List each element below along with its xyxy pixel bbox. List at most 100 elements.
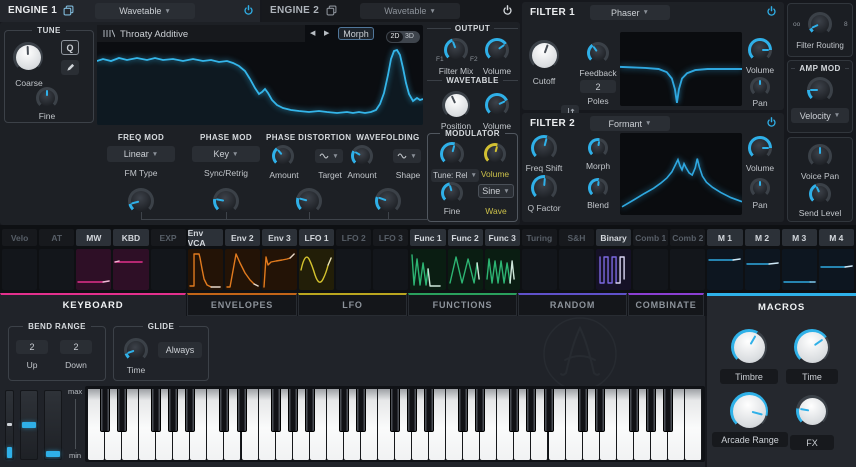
amp-mod-knob[interactable] [807, 77, 833, 103]
q-factor-knob[interactable] [531, 175, 557, 201]
3d-segment[interactable]: 3D [405, 32, 414, 42]
fine-knob[interactable] [36, 87, 58, 109]
blend-knob[interactable] [588, 178, 608, 198]
mod-source-tab-env-2[interactable]: Env 2 [225, 229, 260, 246]
pitch-wheel[interactable] [5, 390, 14, 460]
mod-viz-lfo-1[interactable] [299, 249, 334, 290]
macro-knob-timbre[interactable] [731, 329, 767, 365]
mod-viz-s-h[interactable] [559, 249, 594, 290]
amp-mod-dropdown[interactable]: Velocity▼ [791, 108, 849, 123]
piano-keyboard[interactable] [88, 389, 702, 460]
piano-black-key[interactable] [356, 389, 366, 432]
piano-black-key[interactable] [185, 389, 195, 432]
mod-viz-lfo-2[interactable] [336, 249, 371, 290]
mod-wave-dropdown[interactable]: Sine▼ [478, 184, 514, 198]
piano-white-key[interactable] [685, 389, 702, 460]
mod-source-tab-comb-2[interactable]: Comb 2 [670, 229, 705, 246]
engine1-power-icon[interactable] [243, 5, 254, 16]
mod-source-tab-m-1[interactable]: M 1 [707, 229, 742, 246]
mod-source-tab-func-3[interactable]: Func 3 [485, 229, 520, 246]
mod-viz-func-2[interactable] [448, 249, 483, 290]
piano-black-key[interactable] [271, 389, 281, 432]
mod-viz-env-2[interactable] [225, 249, 260, 290]
mod-viz-func-1[interactable] [410, 249, 445, 290]
wf-shape-dropdown[interactable]: ▼ [393, 149, 421, 163]
macro-knob-time[interactable] [794, 329, 830, 365]
piano-black-key[interactable] [544, 389, 554, 432]
position-knob[interactable] [442, 91, 470, 119]
fm-amount-knob[interactable] [128, 188, 154, 214]
piano-black-key[interactable] [475, 389, 485, 432]
mod-source-tab-func-2[interactable]: Func 2 [448, 229, 483, 246]
send-level-knob[interactable] [809, 183, 831, 205]
mod-source-tab-kbd[interactable]: KBD [113, 229, 148, 246]
piano-black-key[interactable] [100, 389, 110, 432]
morph-button[interactable]: Morph [338, 27, 374, 40]
mod-source-tab-exp[interactable]: EXP [151, 229, 186, 246]
engine1-copy-icon[interactable] [63, 5, 74, 18]
piano-black-key[interactable] [629, 389, 639, 432]
mod-viz-m-3[interactable] [782, 249, 817, 290]
mod-source-tab-at[interactable]: AT [39, 229, 74, 246]
mod-wheel-2[interactable] [44, 390, 62, 460]
piano-black-key[interactable] [526, 389, 536, 432]
sync-retrig-dropdown[interactable]: Key▼ [192, 146, 260, 162]
glide-mode-button[interactable]: Always [158, 342, 202, 358]
mod-viz-lfo-3[interactable] [373, 249, 408, 290]
mod-wheel-2-handle[interactable] [46, 451, 60, 457]
mod-viz-turing[interactable] [522, 249, 557, 290]
wavetable-list-icon[interactable] [103, 29, 115, 40]
freq-shift-knob[interactable] [531, 135, 557, 161]
macro-knob-arcade-range[interactable] [730, 392, 768, 430]
mod-source-tab-m-4[interactable]: M 4 [819, 229, 854, 246]
tab-envelopes[interactable]: ENVELOPES [187, 293, 297, 316]
piano-black-key[interactable] [390, 389, 400, 432]
piano-black-key[interactable] [237, 389, 247, 432]
cutoff-knob[interactable] [529, 40, 559, 70]
phase-mod-amount-knob[interactable] [213, 188, 239, 214]
mod-viz-at[interactable] [39, 249, 74, 290]
mod-viz-m-2[interactable] [745, 249, 780, 290]
piano-black-key[interactable] [151, 389, 161, 432]
mod-viz-kbd[interactable] [113, 249, 148, 290]
filter2-volume-knob[interactable] [748, 136, 772, 160]
piano-black-key[interactable] [407, 389, 417, 432]
piano-black-key[interactable] [219, 389, 229, 432]
mod-source-tab-func-1[interactable]: Func 1 [410, 229, 445, 246]
mod-source-tab-comb-1[interactable]: Comb 1 [633, 229, 668, 246]
tab-combinate[interactable]: COMBINATE [628, 293, 704, 316]
mod-viz-env-3[interactable] [262, 249, 297, 290]
mod-viz-velo[interactable] [2, 249, 37, 290]
mod-viz-env-vca[interactable] [188, 249, 223, 290]
filter2-type-dropdown[interactable]: Formant▼ [590, 116, 670, 131]
mod-source-tab-lfo-2[interactable]: LFO 2 [336, 229, 371, 246]
mod-source-tab-m-3[interactable]: M 3 [782, 229, 817, 246]
bend-up-value[interactable]: 2 [16, 340, 48, 354]
mod-source-tab-lfo-3[interactable]: LFO 3 [373, 229, 408, 246]
fm-type-dropdown[interactable]: Linear▼ [107, 146, 175, 162]
piano-black-key[interactable] [646, 389, 656, 432]
mod-viz-comb-1[interactable] [633, 249, 668, 290]
engine2-header[interactable]: ENGINE 2 Wavetable▼ [262, 0, 520, 22]
mod-viz-func-3[interactable] [485, 249, 520, 290]
pd-amount-knob[interactable] [272, 145, 294, 167]
feedback-knob[interactable] [587, 42, 609, 64]
2d-segment[interactable]: 2D [387, 32, 403, 42]
bend-down-value[interactable]: 2 [60, 340, 92, 354]
edit-pencil-button[interactable] [61, 60, 79, 75]
piano-black-key[interactable] [663, 389, 673, 432]
mod-fine-knob[interactable] [441, 182, 463, 204]
mod-volume-knob[interactable] [484, 143, 506, 165]
filter-routing-knob[interactable] [808, 12, 832, 36]
coarse-knob[interactable] [13, 42, 43, 72]
piano-black-key[interactable] [117, 389, 127, 432]
glide-time-knob[interactable] [124, 338, 148, 362]
filter1-pan-knob[interactable] [750, 77, 770, 97]
mod-viz-binary[interactable] [596, 249, 631, 290]
engine2-copy-icon[interactable] [326, 5, 337, 18]
piano-black-key[interactable] [424, 389, 434, 432]
tab-keyboard[interactable]: KEYBOARD [0, 293, 186, 316]
tab-functions[interactable]: FUNCTIONS [408, 293, 517, 316]
mod-source-tab-m-2[interactable]: M 2 [745, 229, 780, 246]
output-volume-knob[interactable] [485, 38, 509, 62]
